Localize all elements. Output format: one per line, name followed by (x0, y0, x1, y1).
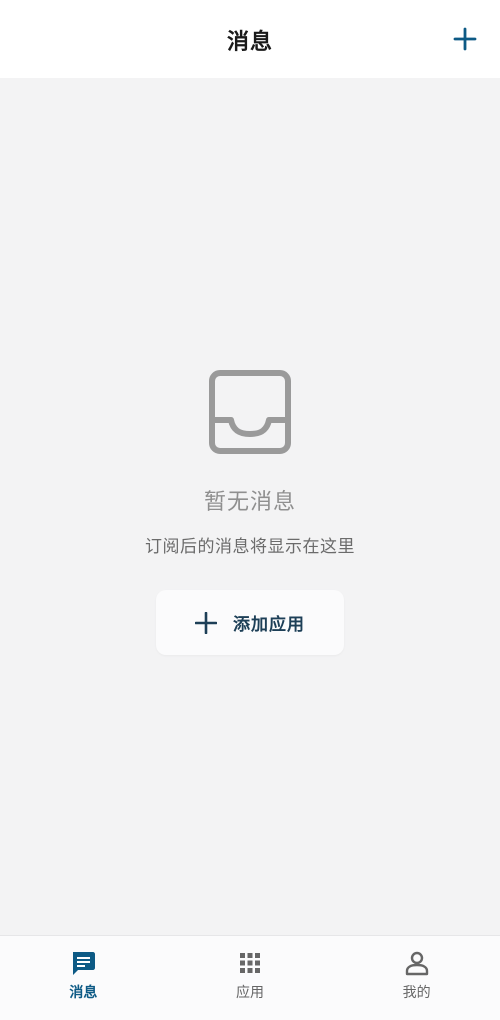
nav-label-profile: 我的 (402, 985, 431, 1001)
nav-label-apps: 应用 (236, 985, 264, 1001)
empty-title: 暂无消息 (203, 490, 296, 515)
add-button[interactable] (448, 22, 482, 56)
empty-state: 暂无消息 订阅后的消息将显示在这里 添加应用 (0, 370, 500, 655)
grid-icon (237, 950, 263, 976)
bottom-nav: 消息 应用 我的 (0, 935, 500, 1020)
plus-icon (195, 611, 217, 634)
top-bar: 消息 (0, 0, 500, 78)
person-icon (404, 950, 430, 976)
nav-item-messages[interactable]: 消息 (0, 936, 167, 1020)
add-app-button[interactable]: 添加应用 (156, 590, 344, 655)
message-icon (70, 950, 96, 976)
add-app-label: 添加应用 (233, 615, 305, 635)
plus-icon (453, 27, 477, 51)
inbox-icon (209, 370, 291, 454)
nav-item-profile[interactable]: 我的 (333, 936, 500, 1020)
page-title: 消息 (226, 30, 273, 55)
nav-item-apps[interactable]: 应用 (167, 936, 334, 1020)
nav-label-messages: 消息 (69, 985, 98, 1001)
app-root: 消息 暂无消息 订阅后的消息将显示在这里 添加应用 消息 应用 我的 (0, 0, 500, 1020)
empty-subtitle: 订阅后的消息将显示在这里 (145, 537, 355, 557)
